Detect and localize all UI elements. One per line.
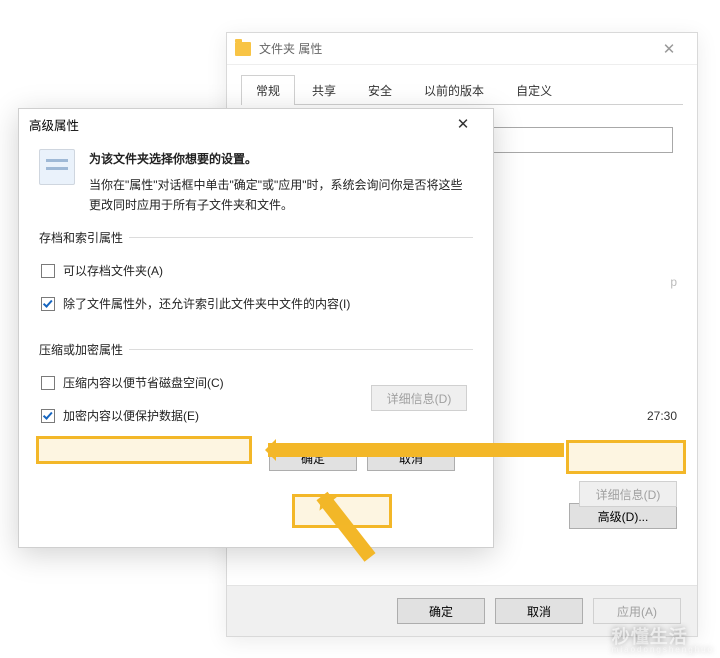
- watermark: 秒懂生活 miaodongshenghuo: [612, 623, 714, 654]
- cancel-button[interactable]: 取消: [495, 598, 583, 624]
- checkbox-label: 可以存档文件夹(A): [63, 262, 163, 279]
- checkbox-label: 加密内容以便保护数据(E): [63, 407, 199, 424]
- checkbox-label: 除了文件属性外，还允许索引此文件夹中文件的内容(I): [63, 295, 350, 312]
- checkbox-icon[interactable]: [41, 264, 55, 278]
- close-icon[interactable]: ✕: [443, 111, 483, 137]
- folder-icon: [235, 42, 251, 56]
- ok-button[interactable]: 确定: [397, 598, 485, 624]
- checkbox-label: 压缩内容以便节省磁盘空间(C): [63, 374, 224, 391]
- checkbox-icon[interactable]: [41, 376, 55, 390]
- window-title: 文件夹 属性: [259, 40, 322, 57]
- window-title: 高级属性: [29, 115, 79, 134]
- group-label: 存档和索引属性: [39, 229, 129, 246]
- tab-general[interactable]: 常规: [241, 75, 295, 104]
- tab-previous[interactable]: 以前的版本: [409, 75, 499, 104]
- index-checkbox-row[interactable]: 除了文件属性外，还允许索引此文件夹中文件的内容(I): [39, 292, 473, 315]
- tab-customize[interactable]: 自定义: [501, 75, 567, 104]
- details-button-ghost: 详细信息(D): [579, 481, 677, 507]
- close-icon[interactable]: ✕: [649, 35, 689, 63]
- apply-button[interactable]: 应用(A): [593, 598, 681, 624]
- titlebar[interactable]: 高级属性 ✕: [19, 109, 493, 139]
- time-fragment: 27:30: [647, 409, 677, 423]
- group-label: 压缩或加密属性: [39, 341, 129, 358]
- advanced-attributes-dialog: 高级属性 ✕ 为该文件夹选择你想要的设置。 当你在"属性"对话框中单击"确定"或…: [18, 108, 494, 548]
- cancel-button[interactable]: 取消: [367, 445, 455, 471]
- archive-checkbox-row[interactable]: 可以存档文件夹(A): [39, 259, 473, 282]
- ok-button[interactable]: 确定: [269, 445, 357, 471]
- details-button: 详细信息(D): [371, 385, 467, 411]
- checkbox-icon[interactable]: [41, 297, 55, 311]
- archive-index-group: 存档和索引属性 可以存档文件夹(A) 除了文件属性外，还允许索引此文件夹中文件的…: [39, 237, 473, 315]
- compress-encrypt-group: 压缩或加密属性 压缩内容以便节省磁盘空间(C) 加密内容以便保护数据(E) 详细…: [39, 349, 473, 427]
- settings-list-icon: [39, 149, 75, 185]
- tab-sharing[interactable]: 共享: [297, 75, 351, 104]
- titlebar[interactable]: 文件夹 属性 ✕: [227, 33, 697, 65]
- checkbox-icon[interactable]: [41, 409, 55, 423]
- tab-strip: 常规 共享 安全 以前的版本 自定义: [227, 65, 697, 104]
- path-fragment: p: [670, 275, 677, 289]
- dialog-description: 为该文件夹选择你想要的设置。 当你在"属性"对话框中单击"确定"或"应用"时，系…: [89, 149, 473, 215]
- tab-security[interactable]: 安全: [353, 75, 407, 104]
